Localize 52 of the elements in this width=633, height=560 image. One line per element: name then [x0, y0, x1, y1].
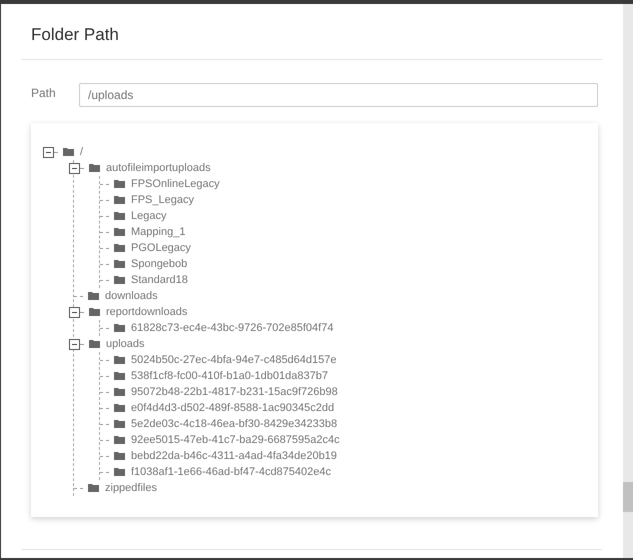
folder-icon [89, 308, 100, 316]
folder-icon [88, 292, 99, 300]
folder-icon [114, 276, 125, 284]
folder-name[interactable]: 5e2de03c-4c18-46ea-bf30-8429e34233b8 [131, 418, 338, 430]
folder-name[interactable]: reportdownloads [106, 306, 188, 318]
folder-icon [89, 164, 100, 172]
path-field[interactable]: /uploads [79, 83, 598, 107]
dialog-title: Folder Path [31, 25, 120, 45]
collapse-toggle[interactable] [43, 146, 54, 158]
folder-name[interactable]: e0f4d4d3-d502-489f-8588-1ac90345c2dd [131, 402, 334, 414]
folder-name[interactable]: bebd22da-b46c-4311-a4ad-4fa34de20b19 [131, 450, 337, 462]
folder-icon [114, 436, 125, 444]
folder-name[interactable]: 92ee5015-47eb-41c7-ba29-6687595a2c4c [131, 434, 340, 446]
scrollbar[interactable] [623, 4, 633, 558]
folder-name[interactable]: 61828c73-ec4e-43bc-9726-702e85f04f74 [131, 322, 334, 334]
folder-icon [114, 228, 125, 236]
folder-name[interactable]: 95072b48-22b1-4817-b231-15ac9f726b98 [131, 386, 338, 398]
folder-icon [114, 180, 125, 188]
folder-icon [114, 196, 125, 204]
folder-name[interactable]: autofileimportuploads [106, 162, 211, 174]
folder-icon [114, 212, 125, 220]
folder-name[interactable]: / [80, 146, 84, 158]
folder-icon [63, 148, 74, 156]
folder-name[interactable]: FPSOnlineLegacy [131, 178, 220, 190]
folder-icon [114, 420, 125, 428]
folder-name[interactable]: 538f1cf8-fc00-410f-b1a0-1db01da837b7 [131, 370, 328, 382]
folder-icon [114, 356, 125, 364]
folder-name[interactable]: zippedfiles [105, 482, 157, 494]
folder-icon [89, 340, 100, 348]
folder-name[interactable]: Standard18 [131, 274, 188, 286]
folder-icon [114, 452, 125, 460]
folder-icon [114, 468, 125, 476]
folder-icon [114, 404, 125, 412]
folder-name[interactable]: PGOLegacy [131, 242, 191, 254]
folder-name[interactable]: FPS_Legacy [131, 194, 194, 206]
folder-name[interactable]: uploads [106, 338, 145, 350]
folder-icon [114, 324, 125, 332]
folder-name[interactable]: 5024b50c-27ec-4bfa-94e7-c485d64d157e [131, 354, 337, 366]
folder-icon [114, 260, 125, 268]
collapse-toggle[interactable] [69, 162, 80, 174]
folder-icon [88, 484, 99, 492]
folder-icon [114, 372, 125, 380]
folder-name[interactable]: Legacy [131, 210, 166, 222]
folder-name[interactable]: Mapping_1 [131, 226, 186, 238]
folder-icon [114, 244, 125, 252]
folder-icon [114, 388, 125, 396]
path-label: Path [31, 85, 55, 100]
folder-name[interactable]: Spongebob [131, 258, 188, 270]
collapse-toggle[interactable] [69, 338, 80, 350]
folder-name[interactable]: f1038af1-1e66-46ad-bf47-4cd875402e4c [131, 466, 331, 478]
collapse-toggle[interactable] [69, 306, 80, 318]
folder-name[interactable]: downloads [105, 290, 158, 302]
